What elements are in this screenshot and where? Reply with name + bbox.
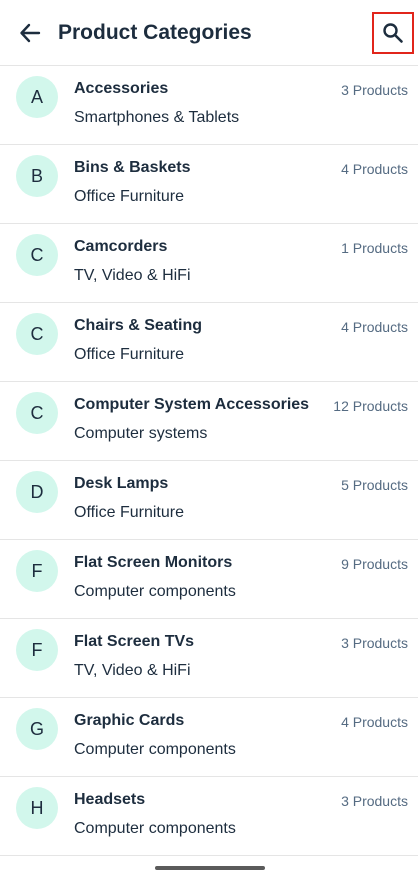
category-group: Office Furniture: [74, 346, 184, 363]
avatar: C: [16, 392, 58, 434]
category-group: Office Furniture: [74, 188, 184, 205]
product-count: 4 Products: [341, 161, 408, 177]
product-count: 4 Products: [341, 714, 408, 730]
list-item[interactable]: F Flat Screen TVs 3 Products TV, Video &…: [0, 619, 418, 698]
category-group: Computer components: [74, 583, 236, 600]
product-count: 3 Products: [341, 82, 408, 98]
category-name: Flat Screen TVs: [74, 633, 195, 650]
app-bar: Product Categories: [0, 0, 418, 66]
product-count: 4 Products: [341, 319, 408, 335]
category-group: Computer components: [74, 741, 236, 758]
list-item[interactable]: A Accessories 3 Products Smartphones & T…: [0, 66, 418, 145]
product-count: 9 Products: [341, 556, 408, 572]
avatar: A: [16, 76, 58, 118]
product-count: 5 Products: [341, 477, 408, 493]
avatar: D: [16, 471, 58, 513]
list-item[interactable]: C Computer System Accessories 12 Product…: [0, 382, 418, 461]
list-item[interactable]: D Desk Lamps 5 Products Office Furniture: [0, 461, 418, 540]
list-item[interactable]: C Chairs & Seating 4 Products Office Fur…: [0, 303, 418, 382]
home-indicator[interactable]: [155, 866, 265, 870]
category-group: Computer components: [74, 820, 236, 837]
product-count: 12 Products: [333, 398, 408, 414]
product-count: 3 Products: [341, 793, 408, 809]
avatar: F: [16, 550, 58, 592]
category-name: Camcorders: [74, 238, 168, 255]
search-icon: [383, 22, 403, 43]
product-count: 1 Products: [341, 240, 408, 256]
avatar: C: [16, 313, 58, 355]
category-name: Bins & Baskets: [74, 159, 191, 176]
category-name: Computer System Accessories: [74, 396, 310, 413]
category-list: A Accessories 3 Products Smartphones & T…: [0, 66, 418, 856]
category-name: Chairs & Seating: [74, 317, 203, 334]
list-item[interactable]: G Graphic Cards 4 Products Computer comp…: [0, 698, 418, 777]
list-item[interactable]: H Headsets 3 Products Computer component…: [0, 777, 418, 856]
category-name: Desk Lamps: [74, 475, 169, 492]
product-count: 3 Products: [341, 635, 408, 651]
category-name: Headsets: [74, 791, 146, 808]
avatar: C: [16, 234, 58, 276]
category-group: TV, Video & HiFi: [74, 267, 191, 284]
category-group: Computer systems: [74, 425, 208, 442]
avatar: H: [16, 787, 58, 829]
avatar: F: [16, 629, 58, 671]
avatar: B: [16, 155, 58, 197]
category-name: Graphic Cards: [74, 712, 185, 729]
category-group: Smartphones & Tablets: [74, 109, 240, 126]
list-item[interactable]: F Flat Screen Monitors 9 Products Comput…: [0, 540, 418, 619]
list-item[interactable]: B Bins & Baskets 4 Products Office Furni…: [0, 145, 418, 224]
category-group: TV, Video & HiFi: [74, 662, 191, 679]
category-group: Office Furniture: [74, 504, 184, 521]
list-item[interactable]: C Camcorders 1 Products TV, Video & HiFi: [0, 224, 418, 303]
page-title: Product Categories: [58, 20, 252, 44]
back-button[interactable]: [15, 18, 45, 48]
avatar: G: [16, 708, 58, 750]
arrow-left-icon: [20, 23, 41, 42]
category-name: Accessories: [74, 80, 169, 97]
category-name: Flat Screen Monitors: [74, 554, 233, 571]
search-button[interactable]: [372, 11, 414, 54]
